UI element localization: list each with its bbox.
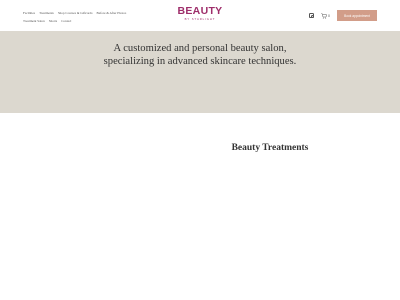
nav-item-shorts[interactable]: Shorts <box>49 19 57 23</box>
nav-item-treatments[interactable]: Treatments <box>39 11 54 15</box>
book-appointment-button[interactable]: Book appointment <box>337 10 377 21</box>
logo-main-text: BEAUTY <box>177 5 223 17</box>
nav-row-1: Facilities Treatments Shop Courses & Gif… <box>23 9 143 17</box>
main-nav: Facilities Treatments Shop Courses & Gif… <box>23 9 143 25</box>
instagram-icon[interactable] <box>309 13 315 19</box>
hero-section: A customized and personal beauty salon, … <box>0 31 400 113</box>
logo[interactable]: BEAUTY BY STARLIGHT <box>174 5 226 22</box>
site-header: Facilities Treatments Shop Courses & Gif… <box>0 0 400 31</box>
nav-item-facilities[interactable]: Facilities <box>23 11 35 15</box>
nav-item-before-after-photos[interactable]: Before & After Photos <box>97 11 127 15</box>
logo-sub-text: BY STARLIGHT <box>184 17 216 21</box>
nav-row-2: Treatment Salon Shorts Contact <box>23 17 143 25</box>
nav-item-contact[interactable]: Contact <box>61 19 71 23</box>
cart-button[interactable]: 0 <box>321 12 330 19</box>
cart-count: 0 <box>328 13 330 18</box>
hero-tagline: A customized and personal beauty salon, … <box>103 43 297 67</box>
cart-icon <box>321 13 327 19</box>
nav-item-shop-courses-giftcards[interactable]: Shop Courses & Giftcards <box>58 11 93 15</box>
nav-item-treatment-salon[interactable]: Treatment Salon <box>23 19 45 23</box>
section-title-beauty-treatments: Beauty Treatments <box>231 143 309 153</box>
